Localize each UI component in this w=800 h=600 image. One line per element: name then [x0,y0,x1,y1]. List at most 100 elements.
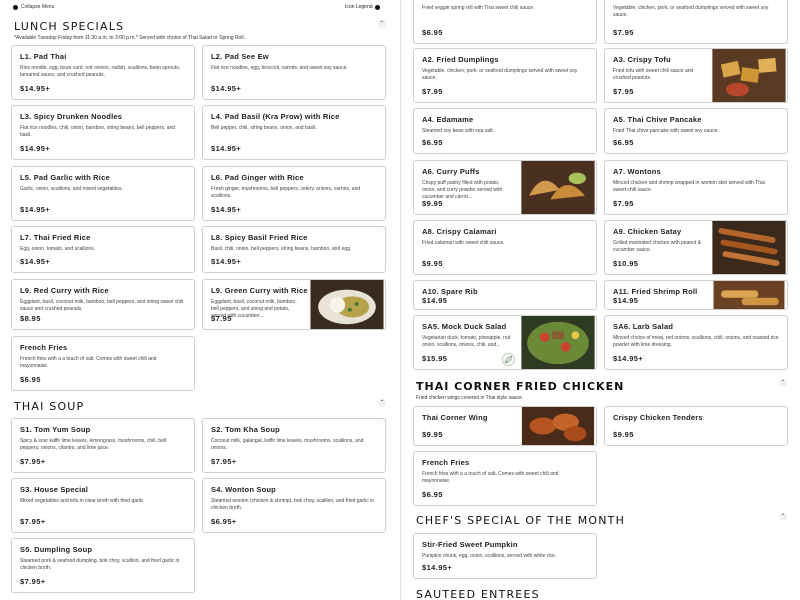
collapse-menu-button[interactable]: Collapse Menu [13,4,54,10]
item-description: Spicy & sour kaffir lime leaves, lemongr… [20,438,167,451]
menu-item-card[interactable]: SA6. Larb Salad Minced choice of meat, r… [604,315,788,370]
section-title-sauteed: SAUTEED ENTREES [416,588,540,600]
item-name: A4. Edamame [422,115,474,124]
item-name: Stir-Fried Sweet Pumpkin [422,540,518,549]
top-bar: Collapse Menu Icon Legend [0,0,400,15]
menu-item-card[interactable]: SA5. Mock Duck Salad Vegetarian duck, to… [413,315,597,370]
menu-item-card[interactable]: S1. Tom Yum Soup Spicy & sour kaffir lim… [11,418,195,473]
menu-item-card[interactable]: A3. Crispy Tofu Fried tofu with sweet ch… [604,48,788,103]
collapse-dot-icon [13,4,18,10]
item-price: $6.95 [422,28,443,37]
menu-item-card[interactable]: A4. Edamame Steamed soy bean with sea sa… [413,108,597,154]
item-price: $8.95 [20,314,41,323]
menu-item-card[interactable]: S3. House Special Mixed vegetables and t… [11,478,195,533]
menu-item-card[interactable]: Stir-Fried Sweet Pumpkin Pumpkin chunk, … [413,533,597,579]
menu-item-card[interactable]: L6. Pad Ginger with Rice Fresh ginger, m… [202,166,386,221]
section-title-soup: THAI SOUP [14,400,85,413]
collapse-chef-special-chevron-icon[interactable]: ⌃ [779,513,787,521]
collapse-fried-chicken-chevron-icon[interactable]: ⌃ [779,379,787,387]
menu-item-card[interactable]: A8. Crispy Calamari Fried calamari with … [413,220,597,275]
item-name: French Fries [20,343,68,352]
item-price: $7.95 [422,87,443,96]
item-name: L5. Pad Garlic with Rice [20,173,110,182]
item-description: Vegetarian duck, tomato, pineapple, red … [422,335,511,348]
menu-item-card[interactable]: A7. Wontons Minced chicken and shrimp wr… [604,160,788,215]
menu-item-card[interactable]: Crispy Chicken Tenders $9.95 [604,406,788,446]
item-price: $10.95 [613,259,639,268]
item-name: S3. House Special [20,485,89,494]
item-name: A8. Crispy Calamari [422,227,497,236]
menu-item-card[interactable]: L7. Thai Fried Rice Egg, onion, tomato, … [11,226,195,273]
item-price: $14.95 [422,296,448,305]
collapse-lunch-chevron-icon[interactable]: ⌃ [378,20,386,28]
item-description: French fries with a a touch of salt. Com… [20,356,157,369]
collapse-soup-chevron-icon[interactable]: ⌃ [378,399,386,407]
menu-item-card[interactable]: S4. Wonton Soup Steamed wonton (chicken … [202,478,386,533]
green-curry-photo [310,280,384,329]
item-description: Fried Thai chive pancake with sweet soy … [613,128,719,134]
item-name: S1. Tom Yum Soup [20,425,91,434]
item-name: L4. Pad Basil (Kra Prow) with Rice [211,112,340,121]
menu-item-card[interactable]: A5. Thai Chive Pancake Fried Thai chive … [604,108,788,154]
item-description: Basil, chili, onion, bell peppers, strin… [211,246,352,252]
menu-item-card[interactable]: Fried veggie spring roll with Thai sweet… [413,0,597,44]
icon-legend-link[interactable]: Icon Legend [345,4,380,10]
item-price: $7.95 [613,87,634,96]
item-price: $9.95 [422,430,443,439]
thai-corner-wing-photo [521,407,595,445]
item-price: $14.95+ [20,205,51,214]
lunch-note: *Available Tuesday-Friday from 11:30 a.m… [14,35,247,41]
item-price: $6.95 [613,138,634,147]
menu-item-card[interactable]: Vegetable, chicken, pork, or seafood dum… [604,0,788,44]
item-price: $9.95 [422,199,443,208]
mock-duck-salad-photo [521,316,595,369]
item-name: L9. Green Curry with Rice [211,286,308,295]
menu-item-card[interactable]: A9. Chicken Satay Grilled marinated chic… [604,220,788,275]
item-name: A6. Curry Puffs [422,167,480,176]
item-description: Vegetable, chicken, pork, or seafood dum… [422,68,578,81]
item-description: Fried veggie spring roll with Thai sweet… [422,5,535,11]
collapse-menu-label: Collapse Menu [21,4,55,10]
item-price: $14.95+ [211,84,242,93]
menu-item-card[interactable]: French Fries French fries with a a touch… [11,336,195,391]
item-price: $14.95+ [20,257,51,266]
menu-item-card[interactable]: S2. Tom Kha Soup Coconut milk, galangal,… [202,418,386,473]
item-price: $7.95 [211,314,232,323]
menu-item-card[interactable]: L9. Green Curry with Rice Eggplant, basi… [202,279,386,330]
menu-item-card[interactable]: S5. Dumpling Soup Steamed pork & seafood… [11,538,195,593]
item-description: Flat rice noodles, egg, broccoli, carrot… [211,65,348,71]
menu-item-card[interactable]: Thai Corner Wing $9.95 [413,406,597,446]
item-price: $14.95+ [20,144,51,153]
item-price: $6.95+ [211,517,237,526]
menu-item-card[interactable]: A6. Curry Puffs Crispy puff pastry fille… [413,160,597,215]
item-description: Steamed soy bean with sea salt. [422,128,494,134]
menu-item-card[interactable]: L1. Pad Thai Rice noodle, egg, bean curd… [11,45,195,100]
item-name: L3. Spicy Drunken Noodles [20,112,123,121]
item-price: $7.95+ [20,517,46,526]
section-title-fried-chicken: THAI CORNER FRIED CHICKEN [416,380,625,393]
menu-item-card[interactable]: A10. Spare Rib $14.95 [413,280,597,310]
menu-item-card[interactable]: French Fries French fries with a a touch… [413,451,597,506]
item-name: L1. Pad Thai [20,52,67,61]
menu-item-card[interactable]: L8. Spicy Basil Fried Rice Basil, chili,… [202,226,386,273]
menu-item-card[interactable]: L4. Pad Basil (Kra Prow) with Rice Bell … [202,105,386,160]
item-description: Minced choice of meat, red onions, scall… [613,335,779,348]
menu-item-card[interactable]: L5. Pad Garlic with Rice Garlic, onion, … [11,166,195,221]
item-price: $14.95+ [20,84,51,93]
item-description: Mixed vegetables and tofu in clear broth… [20,498,145,504]
item-name: Thai Corner Wing [422,413,488,422]
item-name: S4. Wonton Soup [211,485,276,494]
menu-item-card[interactable]: A2. Fried Dumplings Vegetable, chicken, … [413,48,597,103]
menu-item-card[interactable]: A11. Fried Shrimp Roll $14.95 [604,280,788,310]
menu-item-card[interactable]: L3. Spicy Drunken Noodles Flat rice nood… [11,105,195,160]
menu-item-card[interactable]: L2. Pad See Ew Flat rice noodles, egg, b… [202,45,386,100]
item-name: Crispy Chicken Tenders [613,413,703,422]
menu-item-card[interactable]: L9. Red Curry with Rice Eggplant, basil,… [11,279,195,330]
item-name: L9. Red Curry with Rice [20,286,109,295]
item-price: $14.95+ [211,257,242,266]
item-price: $7.95+ [20,577,46,586]
item-description: Garlic, onion, scallions, and mixed vege… [20,186,123,192]
item-description: Fresh ginger, mushrooms, bell peppers, c… [211,186,361,199]
item-name: A3. Crispy Tofu [613,55,671,64]
fried-shrimp-roll-photo [713,281,785,309]
